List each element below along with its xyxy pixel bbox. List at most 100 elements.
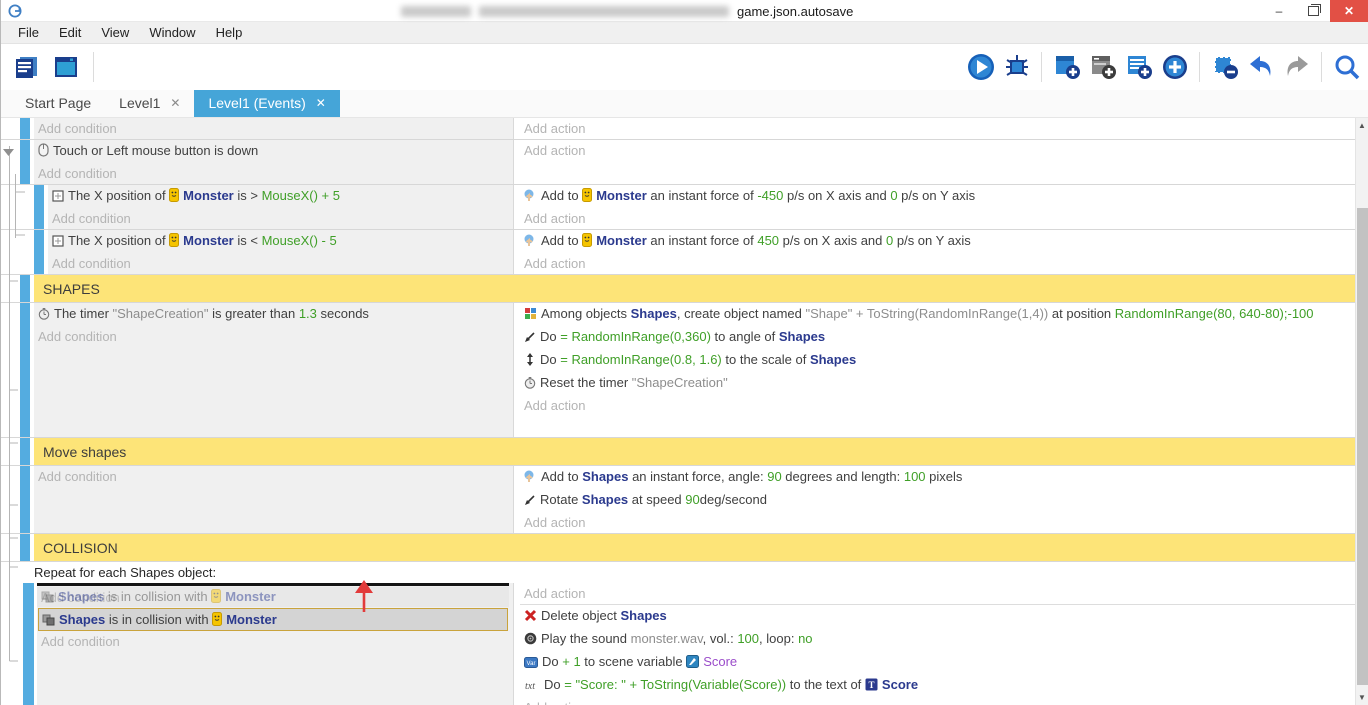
conditions-column: The X position of Monster is < MouseX() … <box>48 230 513 274</box>
action-line[interactable]: Do = RandomInRange(0,360) to angle of Sh… <box>520 326 1355 349</box>
action-line[interactable]: Add to Monster an instant force of 450 p… <box>520 230 1355 253</box>
text-segment: is greater than <box>208 306 298 321</box>
condition-line[interactable]: The X position of Monster is < MouseX() … <box>48 230 513 253</box>
event-selection-bar[interactable] <box>20 140 30 184</box>
collision-icon <box>41 589 54 609</box>
add-action-link[interactable]: Add action <box>520 697 1355 705</box>
drag-ghost-row: Add conditionShapes is in collision with… <box>37 587 513 608</box>
event-selection-bar[interactable] <box>20 466 30 533</box>
add-condition-link[interactable]: Add condition <box>34 326 513 347</box>
add-condition-link[interactable]: Add condition <box>34 118 513 139</box>
create-icon <box>524 305 537 326</box>
monster-icon <box>212 612 222 631</box>
action-line[interactable]: Delete object Shapes <box>520 605 1355 628</box>
scroll-up-icon[interactable]: ▲ <box>1356 118 1368 133</box>
text-segment: at position <box>1048 306 1115 321</box>
action-line[interactable]: txtDo = "Score: " + ToString(Variable(Sc… <box>520 674 1355 697</box>
close-tab-icon[interactable]: ✕ <box>170 96 180 110</box>
undo-icon[interactable] <box>1245 51 1276 82</box>
project-manager-icon[interactable] <box>11 52 42 83</box>
text-segment: monster.wav <box>631 631 703 646</box>
text-segment: to scene variable <box>581 654 687 669</box>
scroll-down-icon[interactable]: ▼ <box>1356 690 1368 705</box>
event-selection-bar[interactable] <box>20 275 30 302</box>
action-line[interactable]: Add to Shapes an instant force, angle: 9… <box>520 466 1355 489</box>
comment-row[interactable]: SHAPES <box>1 275 1355 303</box>
add-condition-link[interactable]: Add condition <box>34 466 513 487</box>
add-action-link[interactable]: Add action <box>520 118 1355 139</box>
tab-start-page[interactable]: Start Page <box>11 89 105 117</box>
vertical-scrollbar[interactable]: ▲ ▼ <box>1355 118 1368 705</box>
dragged-condition-ghost[interactable]: Shapes is in collision with Monster <box>37 587 509 607</box>
add-condition-link[interactable]: Add condition <box>37 631 513 652</box>
action-line[interactable]: Among objects Shapes, create object name… <box>520 303 1355 326</box>
event-selection-bar[interactable] <box>34 230 44 274</box>
action-line[interactable]: Add to Monster an instant force of -450 … <box>520 185 1355 208</box>
add-action-link[interactable]: Add action <box>520 140 1355 161</box>
add-condition-link[interactable]: Add condition <box>48 253 513 274</box>
expression-value: 1.3 <box>299 306 317 321</box>
add-action-link[interactable]: Add action <box>520 583 1355 605</box>
sound-icon <box>524 630 537 651</box>
action-line[interactable]: VarDo + 1 to scene variable Score <box>520 651 1355 674</box>
text-segment: Touch or Left mouse button is down <box>53 143 258 158</box>
event-selection-bar[interactable] <box>20 534 30 561</box>
add-comment-icon[interactable] <box>1123 51 1154 82</box>
action-line[interactable]: Do = RandomInRange(0.8, 1.6) to the scal… <box>520 349 1355 372</box>
action-line[interactable]: Reset the timer "ShapeCreation" <box>520 372 1355 395</box>
add-action-link[interactable]: Add action <box>520 395 1355 416</box>
add-action-link[interactable]: Add action <box>520 253 1355 274</box>
tab-level1[interactable]: Level1✕ <box>105 89 194 117</box>
menu-window[interactable]: Window <box>140 23 204 42</box>
svg-text:T: T <box>868 680 874 690</box>
add-action-link[interactable]: Add action <box>520 512 1355 533</box>
menu-help[interactable]: Help <box>207 23 252 42</box>
event-selection-bar[interactable] <box>20 303 30 437</box>
condition-line[interactable]: The timer "ShapeCreation" is greater tha… <box>34 303 513 326</box>
scrollbar-thumb[interactable] <box>1357 208 1368 685</box>
text-segment: is in collision with <box>104 589 211 604</box>
comment-text: COLLISION <box>34 534 1355 561</box>
close-button[interactable]: ✕ <box>1330 0 1368 22</box>
event-row[interactable]: Add condition Add to Shapes an instant fo… <box>1 466 1355 534</box>
redo-icon[interactable] <box>1281 51 1312 82</box>
foreach-header[interactable]: Repeat for each Shapes object: <box>1 562 1355 583</box>
add-action-link[interactable]: Add action <box>520 208 1355 229</box>
event-row[interactable]: Add condition Add action <box>1 118 1355 140</box>
event-row[interactable]: The timer "ShapeCreation" is greater tha… <box>1 303 1355 438</box>
play-icon[interactable] <box>965 51 996 82</box>
action-line[interactable]: Play the sound monster.wav, vol.: 100, l… <box>520 628 1355 651</box>
action-line[interactable]: Rotate Shapes at speed 90deg/second <box>520 489 1355 512</box>
event-selection-bar[interactable] <box>23 583 34 705</box>
selected-condition-row[interactable]: Shapes is in collision with Monster <box>38 608 508 631</box>
delete-event-icon[interactable] <box>1209 51 1240 82</box>
comment-row[interactable]: Move shapes <box>1 438 1355 466</box>
object-name: Shapes <box>631 306 677 321</box>
event-selection-bar[interactable] <box>20 118 30 139</box>
add-condition-link[interactable]: Add condition <box>48 208 513 229</box>
comment-row[interactable]: COLLISION <box>1 534 1355 562</box>
condition-line[interactable]: Touch or Left mouse button is down <box>34 140 513 163</box>
condition-line[interactable]: The X position of Monster is > MouseX() … <box>48 185 513 208</box>
event-row[interactable]: The X position of Monster is > MouseX() … <box>1 185 1355 230</box>
event-row[interactable]: The X position of Monster is < MouseX() … <box>1 230 1355 275</box>
add-circle-icon[interactable] <box>1159 51 1190 82</box>
menu-view[interactable]: View <box>92 23 138 42</box>
tab-level1-events[interactable]: Level1 (Events)✕ <box>194 89 339 117</box>
add-event-icon[interactable] <box>1051 51 1082 82</box>
restore-button[interactable] <box>1296 0 1330 22</box>
event-row[interactable]: Touch or Left mouse button is down Add co… <box>1 140 1355 185</box>
event-selection-bar[interactable] <box>20 438 30 465</box>
debug-icon[interactable] <box>1001 51 1032 82</box>
add-subevent-icon[interactable] <box>1087 51 1118 82</box>
add-condition-link[interactable]: Add condition <box>34 163 513 184</box>
close-tab-icon[interactable]: ✕ <box>316 96 326 110</box>
menu-file[interactable]: File <box>9 23 48 42</box>
menu-edit[interactable]: Edit <box>50 23 90 42</box>
event-selection-bar[interactable] <box>34 185 44 229</box>
menu-bar: File Edit View Window Help <box>1 22 1368 44</box>
scene-editor-icon[interactable] <box>50 52 81 83</box>
text-segment: Do <box>542 654 562 669</box>
minimize-button[interactable]: – <box>1262 0 1296 22</box>
search-icon[interactable] <box>1331 51 1362 82</box>
